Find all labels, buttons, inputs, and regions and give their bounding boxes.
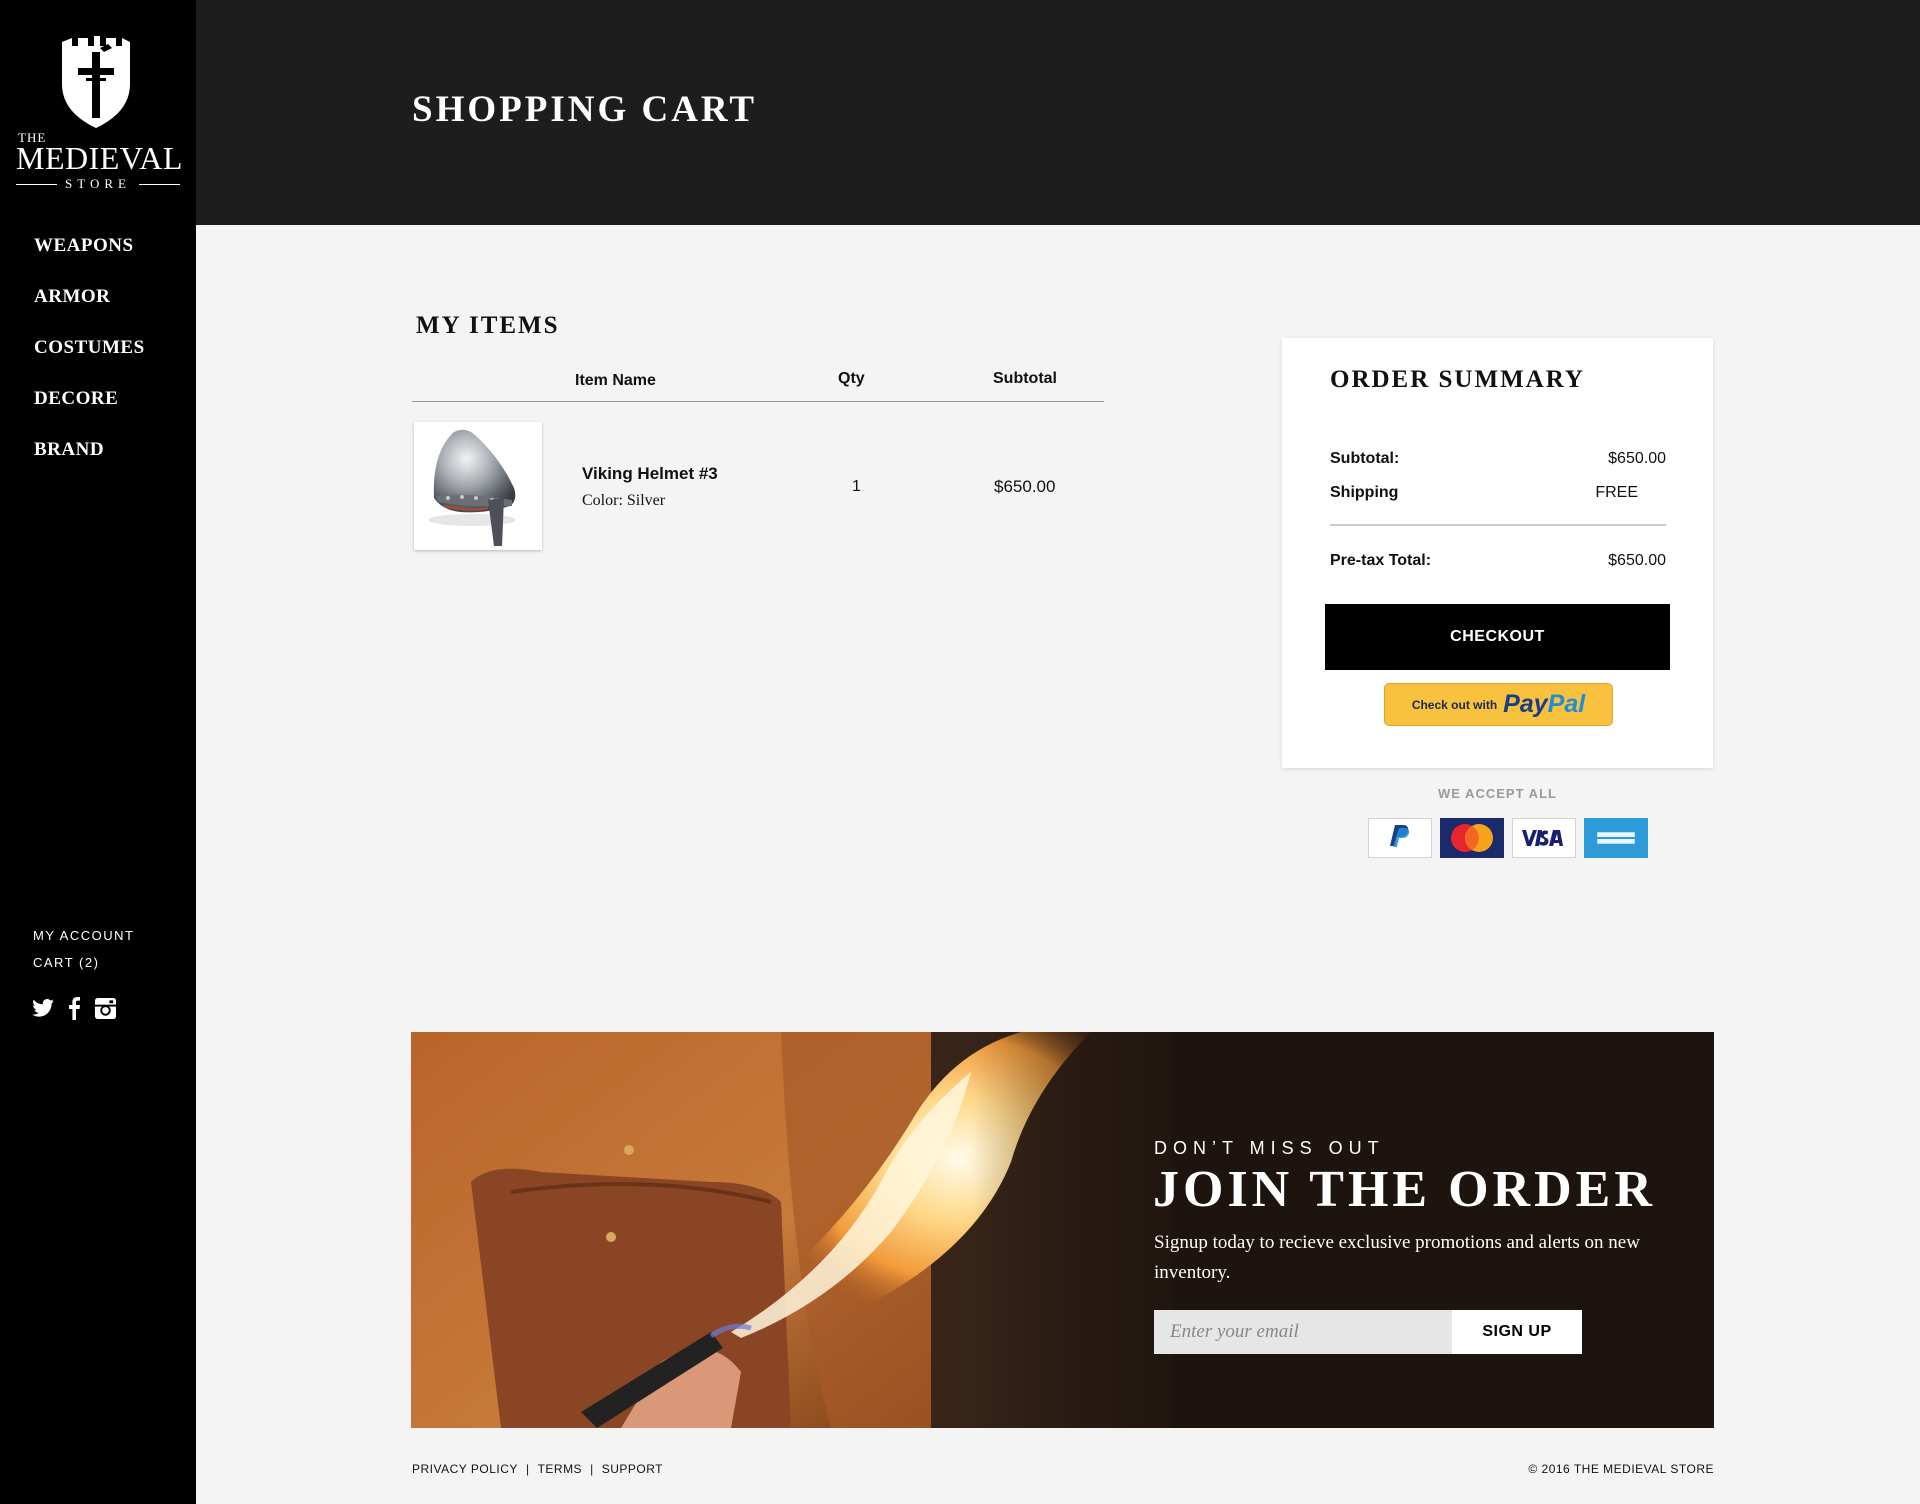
summary-total-value: $650.00 (1608, 552, 1666, 569)
logo-store-row: STORE (16, 176, 180, 192)
item-qty[interactable]: 1 (852, 478, 861, 496)
paypal-checkout-button[interactable]: Check out with PayPal (1384, 683, 1613, 726)
join-banner: DON’T MISS OUT JOIN THE ORDER Signup tod… (411, 1032, 1714, 1428)
payments-accepted-label: WE ACCEPT ALL (1438, 786, 1557, 801)
order-summary: ORDER SUMMARY Subtotal: $650.00 Shipping… (1282, 338, 1713, 768)
logo-divider (16, 183, 58, 185)
col-subtotal: Subtotal (993, 370, 1057, 387)
summary-subtotal-label: Subtotal: (1330, 450, 1400, 467)
item-subtotal: $650.00 (994, 477, 1056, 496)
item-color: Color: Silver (582, 492, 666, 509)
nav-item-decore[interactable]: DECORE (34, 385, 145, 436)
main-nav: WEAPONS ARMOR COSTUMES DECORE BRAND (34, 232, 145, 487)
summary-shipping-value: FREE (1595, 484, 1638, 501)
cart-link[interactable]: CART (2) (33, 955, 134, 982)
logo-store: STORE (65, 176, 131, 191)
col-qty: Qty (838, 370, 865, 387)
summary-shipping-label: Shipping (1330, 484, 1399, 501)
paypal-card-icon (1368, 818, 1432, 858)
copyright: © 2016 THE MEDIEVAL STORE (1528, 1462, 1714, 1476)
amex-card-icon (1584, 818, 1648, 858)
email-field[interactable] (1154, 1310, 1452, 1354)
summary-total-label: Pre-tax Total: (1330, 552, 1432, 569)
item-thumbnail[interactable] (414, 422, 542, 550)
paypal-prefix: Check out with (1411, 697, 1498, 712)
paypal-word-pal: Pal (1547, 690, 1586, 718)
footer-links: PRIVACY POLICY | TERMS | SUPPORT (412, 1462, 663, 1476)
footer-separator: | (590, 1462, 594, 1476)
page-header: SHOPPING CART (196, 0, 1920, 225)
col-item-name: Item Name (575, 372, 656, 389)
summary-subtotal-value: $650.00 (1608, 450, 1666, 467)
banner-title: JOIN THE ORDER (1153, 1161, 1656, 1218)
signup-button[interactable]: SIGN UP (1452, 1310, 1582, 1354)
social-links (32, 996, 117, 1025)
banner-kicker: DON’T MISS OUT (1154, 1138, 1385, 1158)
nav-item-weapons[interactable]: WEAPONS (34, 232, 145, 283)
paypal-word-pay: Pay (1503, 690, 1548, 718)
banner-description: Signup today to recieve exclusive promot… (1154, 1232, 1640, 1283)
visa-card-icon (1512, 818, 1576, 858)
support-link[interactable]: SUPPORT (602, 1462, 663, 1476)
footer-separator: | (525, 1462, 530, 1476)
shield-logo-icon (62, 36, 130, 128)
my-account-link[interactable]: MY ACCOUNT (33, 928, 134, 955)
account-links: MY ACCOUNT CART (2) (33, 928, 134, 982)
terms-link[interactable]: TERMS (538, 1462, 583, 1476)
nav-item-armor[interactable]: ARMOR (34, 283, 145, 334)
nav-item-costumes[interactable]: COSTUMES (34, 334, 145, 385)
checkout-button[interactable]: CHECKOUT (1325, 604, 1670, 670)
nav-item-brand[interactable]: BRAND (34, 436, 145, 487)
logo-medieval: MEDIEVAL (16, 140, 183, 176)
item-name[interactable]: Viking Helmet #3 (582, 464, 718, 484)
summary-divider (1330, 524, 1666, 526)
privacy-policy-link[interactable]: PRIVACY POLICY (412, 1462, 518, 1476)
mastercard-card-icon (1440, 818, 1504, 858)
store-logo[interactable]: THE MEDIEVAL STORE (16, 34, 182, 194)
paypal-logo: PayPal (1503, 690, 1585, 719)
sidebar: THE MEDIEVAL STORE WEAPONS ARMOR COSTUME… (0, 0, 196, 1504)
logo-divider (138, 183, 180, 185)
payment-cards (1368, 818, 1648, 858)
my-items-heading: MY ITEMS (416, 312, 560, 339)
order-summary-title: ORDER SUMMARY (1330, 366, 1585, 393)
page-title: SHOPPING CART (412, 89, 758, 130)
helmet-image-icon (428, 429, 516, 546)
items-table-header: Item Name Qty Subtotal (412, 360, 1104, 402)
twitter-icon[interactable] (32, 999, 54, 1022)
instagram-icon[interactable] (94, 997, 117, 1025)
facebook-icon[interactable] (68, 996, 80, 1025)
table-row: Viking Helmet #3 Color: Silver 1 $650.00 (412, 420, 1104, 554)
